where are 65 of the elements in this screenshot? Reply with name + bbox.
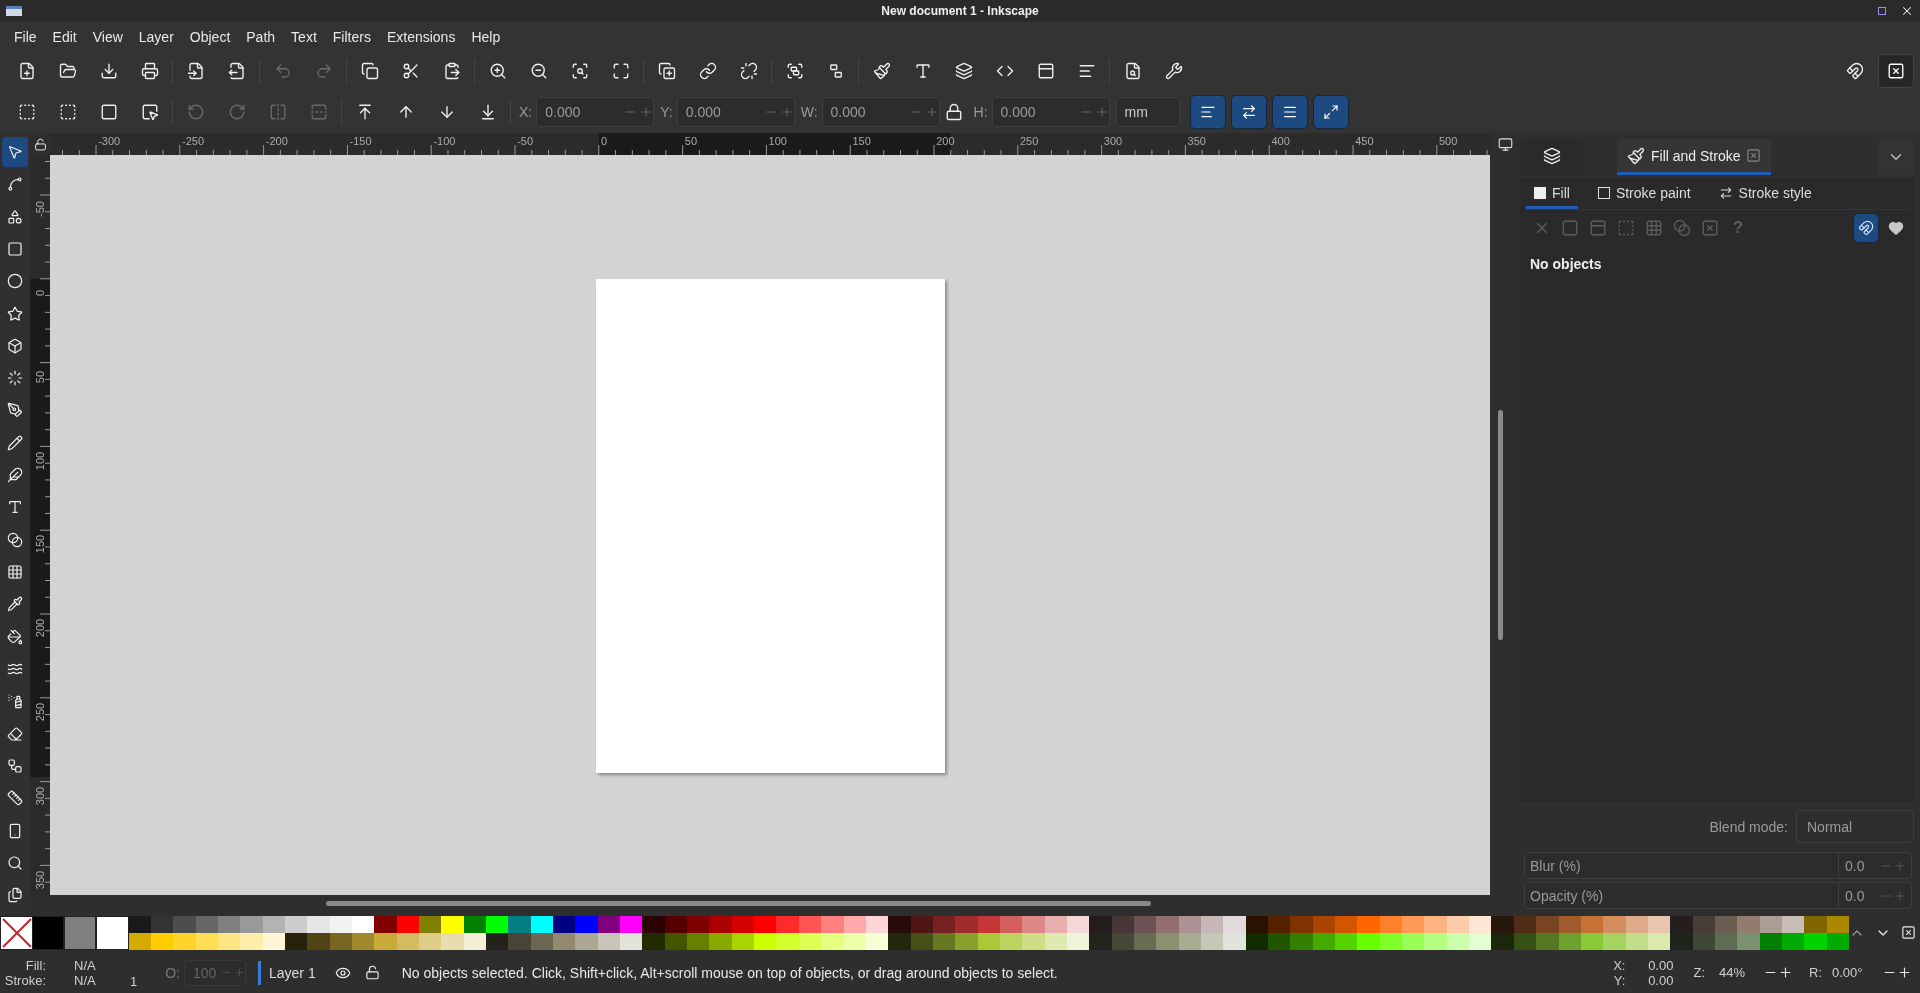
blend-mode-label: Blend mode: bbox=[1709, 818, 1788, 835]
layer-selector[interactable]: Layer 1 bbox=[258, 960, 326, 985]
ruler-label: 350 bbox=[34, 869, 46, 891]
fill-label: Fill: bbox=[24, 957, 46, 973]
opacity-label: O: bbox=[165, 964, 180, 981]
ruler-label: -300 bbox=[98, 135, 121, 147]
menu-item[interactable]: Layer bbox=[130, 28, 182, 45]
zoom-value[interactable]: 44% bbox=[1719, 965, 1763, 980]
menu-item[interactable]: Filters bbox=[324, 28, 379, 45]
x-value: 0.00 bbox=[1647, 957, 1674, 973]
stroke-value: N/A bbox=[73, 972, 97, 988]
stroke-width-value: 1 bbox=[130, 974, 138, 989]
status-message: No objects selected. Click, Shift+click, Alt+scroll mouse on top of objects, or drag around objects to select. bbox=[401, 964, 1058, 981]
field-label: H: bbox=[973, 103, 988, 120]
ruler-label: 350 bbox=[1187, 135, 1206, 147]
window-title: New document 1 - Inkscape bbox=[881, 4, 1039, 18]
rotation-value[interactable]: 0.00° bbox=[1832, 965, 1882, 980]
ruler-label: 0 bbox=[601, 135, 608, 147]
panel-tab[interactable]: Stroke style bbox=[1710, 180, 1820, 209]
ruler-label: 0 bbox=[34, 288, 46, 299]
menu-item[interactable]: Object bbox=[181, 28, 239, 45]
panel-tab[interactable]: Fill bbox=[1526, 180, 1578, 209]
menu-item[interactable]: File bbox=[6, 28, 45, 45]
ruler-label: -150 bbox=[349, 135, 372, 147]
ruler-label: 400 bbox=[1271, 135, 1290, 147]
menu-item[interactable]: View bbox=[84, 28, 131, 45]
unit-dropdown[interactable]: mm bbox=[1115, 96, 1180, 127]
ruler-label: -100 bbox=[433, 135, 456, 147]
ruler-label: 150 bbox=[34, 534, 46, 556]
stroke-label: Stroke: bbox=[3, 972, 46, 988]
rotation-label: R: bbox=[1809, 965, 1822, 980]
menu-item[interactable]: Text bbox=[283, 28, 325, 45]
menu-item[interactable]: Help bbox=[463, 28, 509, 45]
x-label: X: bbox=[1612, 957, 1626, 973]
panel-tab[interactable]: Stroke paint bbox=[1589, 180, 1699, 209]
menu-item[interactable]: Edit bbox=[44, 28, 85, 45]
dock-tab[interactable]: Fill and Stroke bbox=[1617, 139, 1772, 175]
ruler-label: 100 bbox=[34, 450, 46, 472]
ruler-label: 100 bbox=[768, 135, 787, 147]
ruler-label: 300 bbox=[34, 785, 46, 807]
y-value: 0.00 bbox=[1647, 972, 1674, 988]
ruler-label: -250 bbox=[182, 135, 205, 147]
blend-mode-dropdown[interactable]: Normal bbox=[1796, 810, 1914, 843]
ruler-label: 50 bbox=[34, 369, 46, 385]
y-label: Y: bbox=[1612, 972, 1626, 988]
ruler-label: -200 bbox=[265, 135, 288, 147]
no-objects-text: No objects bbox=[1530, 256, 1603, 272]
ruler-label: 50 bbox=[684, 135, 698, 147]
ruler-label: 200 bbox=[936, 135, 955, 147]
zoom-label: Z: bbox=[1693, 965, 1705, 980]
field-label: X: bbox=[519, 103, 533, 120]
menu-item[interactable]: Path bbox=[238, 28, 284, 45]
ruler-label: 250 bbox=[1020, 135, 1039, 147]
menu-item[interactable]: Extensions bbox=[378, 28, 464, 45]
ruler-label: -50 bbox=[517, 135, 534, 147]
ruler-label: 150 bbox=[852, 135, 871, 147]
fill-value: N/A bbox=[73, 957, 97, 973]
ruler-label: 200 bbox=[34, 618, 46, 640]
ruler-label: -50 bbox=[34, 200, 46, 220]
field-label: Y: bbox=[660, 103, 673, 120]
field-label: W: bbox=[800, 103, 818, 120]
ruler-label: 250 bbox=[34, 701, 46, 724]
ruler-label: 500 bbox=[1439, 135, 1458, 147]
ruler-label: 300 bbox=[1103, 135, 1123, 147]
ruler-label: 450 bbox=[1355, 135, 1374, 147]
